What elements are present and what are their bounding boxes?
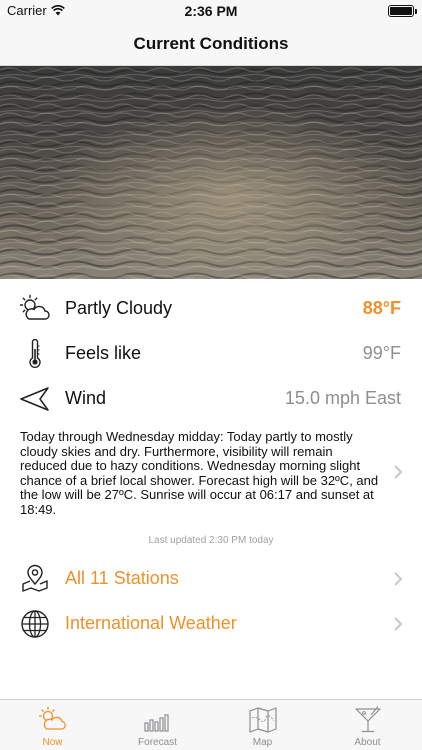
last-updated-text: Last updated 2:30 PM today: [148, 535, 274, 546]
all-stations-row[interactable]: All 11 Stations: [0, 557, 422, 601]
battery-icon: [388, 5, 417, 17]
header-photo-sea: [0, 66, 422, 279]
tab-forecast[interactable]: Forecast: [105, 700, 210, 750]
conditions-summary-row: Partly Cloudy 88°F: [0, 287, 422, 331]
cocktail-icon: [355, 706, 381, 733]
tab-label: Forecast: [138, 737, 177, 748]
feels-like-value: 99°F: [362, 343, 401, 363]
page-title: Current Conditions: [133, 34, 289, 53]
tab-label: About: [354, 737, 381, 748]
map-pin-icon: [22, 564, 48, 592]
tab-label: Now: [42, 737, 63, 748]
chevron-right-icon: [394, 572, 403, 586]
globe-icon: [21, 610, 49, 638]
tab-about[interactable]: About: [315, 700, 420, 750]
wind-row: Wind 15.0 mph East: [0, 377, 422, 421]
status-bar: Carrier 2:36 PM: [0, 0, 422, 22]
partly-cloudy-icon: [38, 706, 66, 730]
tab-now[interactable]: Now: [0, 700, 105, 750]
map-icon: [249, 707, 277, 733]
conditions-label: Partly Cloudy: [65, 298, 173, 318]
feels-like-label: Feels like: [65, 343, 142, 363]
feels-like-row: Feels like 99°F: [0, 332, 422, 376]
bar-chart-icon: [144, 714, 169, 732]
tab-map[interactable]: Map: [210, 700, 315, 750]
temperature-value: 88°F: [362, 298, 401, 318]
wind-label: Wind: [65, 388, 107, 408]
wind-value: 15.0 mph East: [284, 388, 401, 408]
tab-label: Map: [252, 737, 273, 748]
tab-bar: Now Forecast Map About: [0, 699, 422, 750]
navigation-bar: Current Conditions: [0, 22, 422, 66]
wind-direction-arrow-icon: [20, 387, 49, 411]
international-weather-row[interactable]: International Weather: [0, 602, 422, 646]
status-time: 2:36 PM: [184, 3, 238, 19]
chevron-right-icon[interactable]: [393, 464, 403, 480]
chevron-right-icon: [394, 617, 403, 631]
thermometer-icon: [29, 339, 41, 368]
all-stations-link[interactable]: All 11 Stations: [65, 568, 179, 589]
forecast-description[interactable]: Today through Wednesday midday: Today pa…: [20, 429, 382, 517]
international-weather-link[interactable]: International Weather: [65, 613, 237, 634]
partly-cloudy-icon: [19, 294, 50, 320]
